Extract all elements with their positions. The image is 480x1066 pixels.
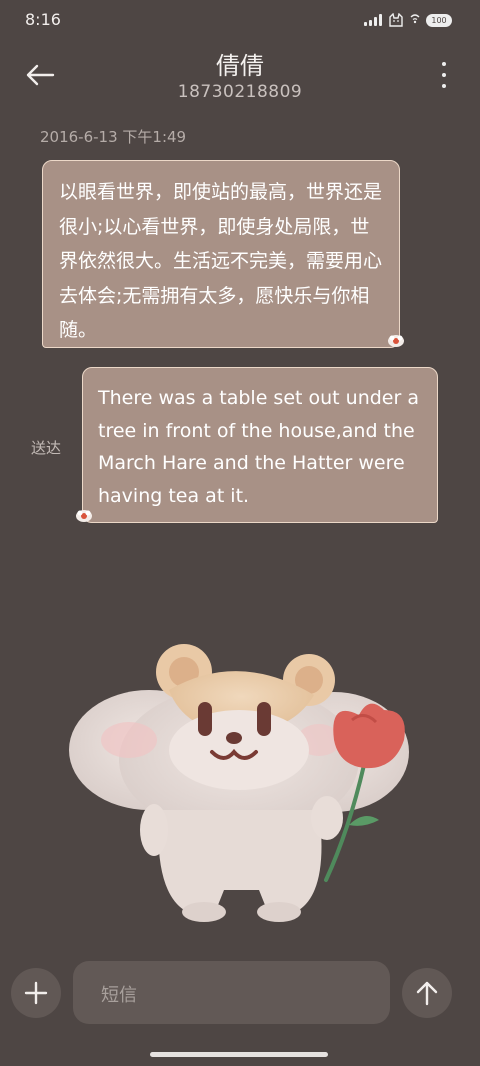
more-vertical-icon [442, 62, 446, 66]
bear-with-tulip-wallpaper [69, 644, 409, 922]
cat-icon [389, 13, 403, 27]
incoming-message-bubble[interactable]: 以眼看世界，即使站的最高，世界还是很小;以心看世界，即使身处局限，世界依然很大。… [42, 160, 400, 348]
bubble-flower-icon [76, 510, 92, 522]
status-time: 8:16 [25, 10, 61, 29]
outgoing-message-bubble[interactable]: There was a table set out under a tree i… [82, 367, 438, 523]
message-input[interactable]: 短信 [73, 961, 390, 1024]
incoming-message-text: 以眼看世界，即使站的最高，世界还是很小;以心看世界，即使身处局限，世界依然很大。… [59, 181, 383, 341]
status-bar: 8:16 100 [0, 0, 480, 40]
wifi-icon [410, 14, 420, 24]
add-attachment-button[interactable] [11, 968, 61, 1018]
plus-icon [24, 981, 48, 1005]
more-options-button[interactable] [438, 62, 450, 88]
contact-phone-number: 18730218809 [177, 82, 303, 102]
outgoing-message-text: There was a table set out under a tree i… [98, 387, 419, 507]
contact-name: 倩倩 [216, 52, 264, 80]
arrow-up-icon [416, 981, 438, 1006]
home-indicator[interactable] [150, 1052, 328, 1057]
message-input-placeholder: 短信 [101, 985, 137, 1006]
signal-icon [364, 14, 382, 26]
bubble-flower-icon [388, 335, 404, 347]
status-icons: 100 [364, 12, 452, 28]
delivery-status: 送达 [31, 439, 62, 457]
messaging-screen: 8:16 100 倩倩 18730218809 2016-6-13 下午1:49… [0, 0, 480, 1066]
send-button[interactable] [402, 968, 452, 1018]
battery-icon: 100 [426, 13, 452, 27]
message-timestamp: 2016-6-13 下午1:49 [40, 128, 187, 146]
